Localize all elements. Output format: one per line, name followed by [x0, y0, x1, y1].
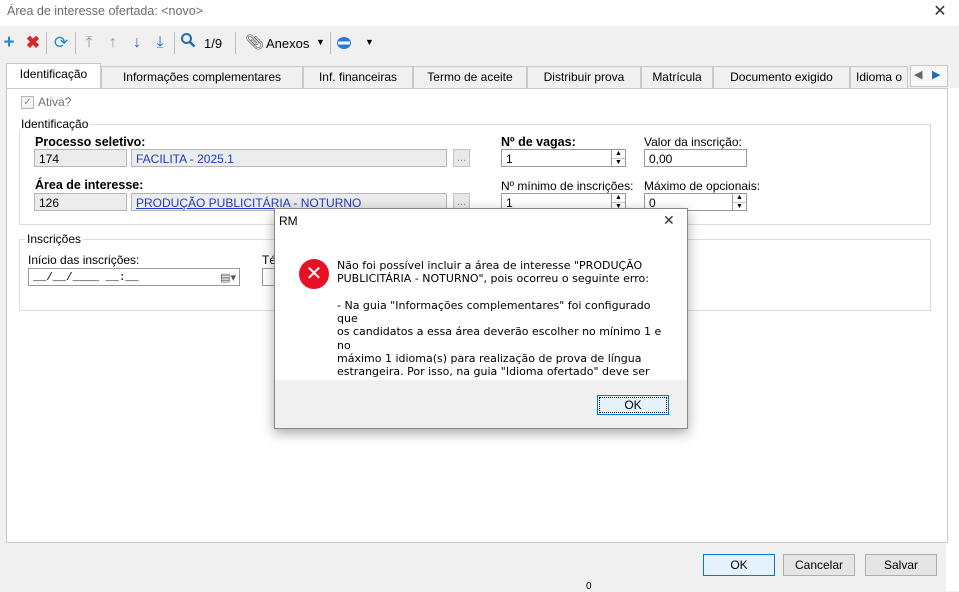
chevron-down-icon[interactable]: ▼: [316, 37, 325, 47]
vacancies-input[interactable]: 1 ▲ ▼: [501, 149, 626, 167]
fee-input[interactable]: 0,00: [644, 149, 747, 167]
attachments-button[interactable]: Anexos: [266, 36, 309, 51]
toolbar-separator: [75, 32, 76, 54]
refresh-icon[interactable]: ⟳: [52, 32, 70, 54]
active-label: Ativa?: [38, 95, 72, 109]
dialog-footer: OK: [275, 380, 687, 428]
scanner-icon[interactable]: [336, 36, 352, 50]
toolbar-separator: [235, 32, 236, 54]
chevron-down-icon[interactable]: ▼: [365, 37, 374, 47]
vacancies-value: 1: [506, 152, 513, 166]
fee-label: Valor da inscrição:: [644, 135, 742, 149]
vacancies-spinner[interactable]: ▲ ▼: [611, 150, 625, 166]
start-date-value: __/__/____ __:__: [33, 272, 139, 284]
tab-distribuir-prova[interactable]: Distribuir prova: [527, 66, 641, 88]
tab-matricula[interactable]: Matrícula: [641, 66, 713, 88]
error-dialog: RM ✕ ✕ Não foi possível incluir a área d…: [274, 208, 688, 429]
process-lookup-button[interactable]: ...: [453, 149, 470, 167]
save-button[interactable]: Salvar: [865, 554, 937, 576]
tab-scroll-right-icon[interactable]: ▶: [932, 68, 940, 81]
tab-scroll-left-icon[interactable]: ◀: [914, 68, 922, 81]
identification-group-title: Identificação: [19, 117, 91, 131]
process-code-field[interactable]: 174: [34, 149, 127, 167]
search-icon[interactable]: [179, 32, 197, 54]
area-code-field[interactable]: 126: [34, 193, 127, 211]
tab-identificacao[interactable]: Identificação: [6, 63, 101, 89]
tab-documento-exigido[interactable]: Documento exigido: [713, 66, 850, 88]
toolbar: + ✖ ⟳ ⤒ ↑ ↓ ⤓ 1/9 📎︎ Anexos ▼ ▼: [0, 28, 959, 58]
last-record-icon[interactable]: ⤓: [152, 32, 168, 54]
paperclip-icon[interactable]: 📎︎: [245, 32, 264, 54]
tab-informacoes-complementares[interactable]: Informações complementares: [101, 66, 303, 88]
tab-idioma-ofertado[interactable]: Idioma o: [850, 66, 908, 88]
tab-scroll: ◀ ▶: [910, 65, 948, 87]
close-icon[interactable]: ✕: [663, 212, 675, 229]
footer-bar: OK Cancelar Salvar: [0, 547, 959, 591]
vacancies-label: Nº de vagas:: [501, 135, 576, 149]
first-record-icon[interactable]: ⤒: [81, 32, 97, 54]
title-bar: Área de interesse ofertada: <novo> ✕: [0, 0, 959, 26]
record-counter: 1/9: [204, 36, 223, 51]
start-label: Início das inscrições:: [28, 253, 140, 267]
error-icon: ✕: [299, 259, 329, 289]
tab-strip: Identificação Informações complementares…: [0, 63, 959, 89]
dialog-ok-button[interactable]: OK: [597, 395, 669, 415]
background-value: 0: [586, 581, 592, 592]
add-icon[interactable]: +: [0, 32, 18, 54]
min-inscriptions-label: Nº mínimo de inscrições:: [501, 179, 634, 193]
max-optional-label: Máximo de opcionais:: [644, 179, 761, 193]
cancel-button[interactable]: Cancelar: [783, 554, 855, 576]
process-label: Processo seletivo:: [35, 135, 146, 149]
area-label: Área de interesse:: [35, 178, 144, 192]
dialog-title: RM: [279, 214, 298, 228]
start-date-input[interactable]: __/__/____ __:__ ▤▾: [28, 268, 240, 286]
active-checkbox[interactable]: ✓: [21, 96, 34, 109]
inscriptions-group-title: Inscrições: [25, 232, 84, 246]
toolbar-separator: [46, 32, 47, 54]
close-icon[interactable]: ✕: [929, 1, 951, 23]
delete-icon[interactable]: ✖: [24, 32, 42, 54]
calendar-icon[interactable]: ▤▾: [220, 270, 236, 288]
dialog-message: Não foi possível incluir a área de inter…: [337, 259, 662, 392]
previous-record-icon[interactable]: ↑: [105, 32, 121, 54]
ok-button[interactable]: OK: [703, 554, 775, 576]
tab-inf-financeiras[interactable]: Inf. financeiras: [303, 66, 413, 88]
toolbar-separator: [330, 32, 331, 54]
toolbar-separator: [174, 32, 175, 54]
tab-termo-de-aceite[interactable]: Termo de aceite: [413, 66, 527, 88]
window-title: Área de interesse ofertada: <novo>: [7, 4, 203, 18]
next-record-icon[interactable]: ↓: [129, 32, 145, 54]
max-optional-spinner[interactable]: ▲ ▼: [732, 194, 746, 210]
process-name-field[interactable]: FACILITA - 2025.1: [131, 149, 447, 167]
